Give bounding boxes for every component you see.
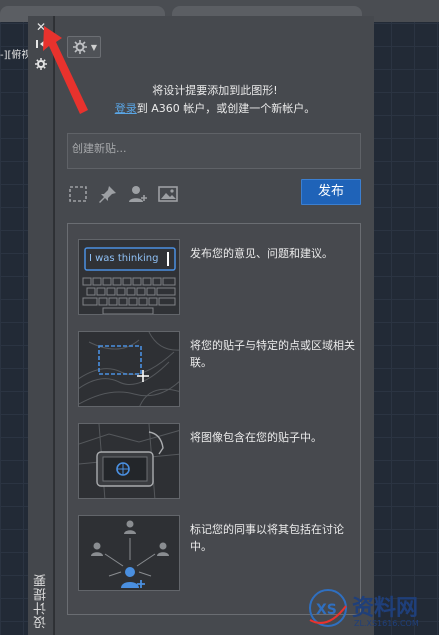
image-icon[interactable] <box>157 184 179 204</box>
feature-item: I was thinking 发布您的意见、问题和建议。 <box>78 239 358 319</box>
login-link[interactable]: 登录 <box>115 102 137 115</box>
thumb-typing-text: I was thinking <box>89 253 159 264</box>
tablet-photo-illustration <box>78 423 180 499</box>
intro-line1: 将设计提要添加到此图形! <box>152 84 278 97</box>
svg-text:XS: XS <box>316 602 337 618</box>
map-region-illustration <box>78 331 180 407</box>
intro-line2-text: 到 A360 帐户，或创建一个新帐户。 <box>136 102 316 115</box>
site-watermark: XS 资料网 ZL.XS1616.COM <box>306 586 439 635</box>
feature-desc: 将您的贴子与特定的点或区域相关联。 <box>190 339 355 369</box>
feature-intro-box: I was thinking 发布您的意见、问题和建议。 将您的贴子与特定的点或… <box>67 223 361 615</box>
add-user-icon[interactable] <box>127 184 149 204</box>
watermark-brand: 资料网 <box>352 596 419 621</box>
feature-item: 将图像包含在您的贴子中。 <box>78 423 358 503</box>
palette-title: 设计提要 <box>34 573 49 629</box>
feature-desc: 将图像包含在您的贴子中。 <box>190 431 322 444</box>
feature-item: 标记您的同事以将其包括在讨论中。 <box>78 515 358 595</box>
intro-line2: 登录到 A360 帐户，或创建一个新帐户。 <box>55 100 375 116</box>
annotation-arrow-icon <box>43 26 88 114</box>
new-post-input[interactable]: 创建新贴... <box>67 133 361 169</box>
keyboard-illustration: I was thinking <box>78 239 180 315</box>
viewport-label[interactable]: -][俯视 <box>0 46 31 61</box>
region-select-icon[interactable] <box>67 184 89 204</box>
feature-desc: 标记您的同事以将其包括在讨论中。 <box>190 523 344 553</box>
publish-button[interactable]: 发布 <box>301 179 361 205</box>
watermark-url: ZL.XS1616.COM <box>354 619 419 628</box>
feature-desc: 发布您的意见、问题和建议。 <box>190 247 333 260</box>
pushpin-icon[interactable] <box>97 184 119 204</box>
design-feed-panel: ▼ 将设计提要添加到此图形! 登录到 A360 帐户，或创建一个新帐户。 创建新… <box>54 16 374 635</box>
tag-colleagues-illustration <box>78 515 180 591</box>
feature-item: 将您的贴子与特定的点或区域相关联。 <box>78 331 358 411</box>
new-post-placeholder: 创建新贴... <box>72 142 127 155</box>
